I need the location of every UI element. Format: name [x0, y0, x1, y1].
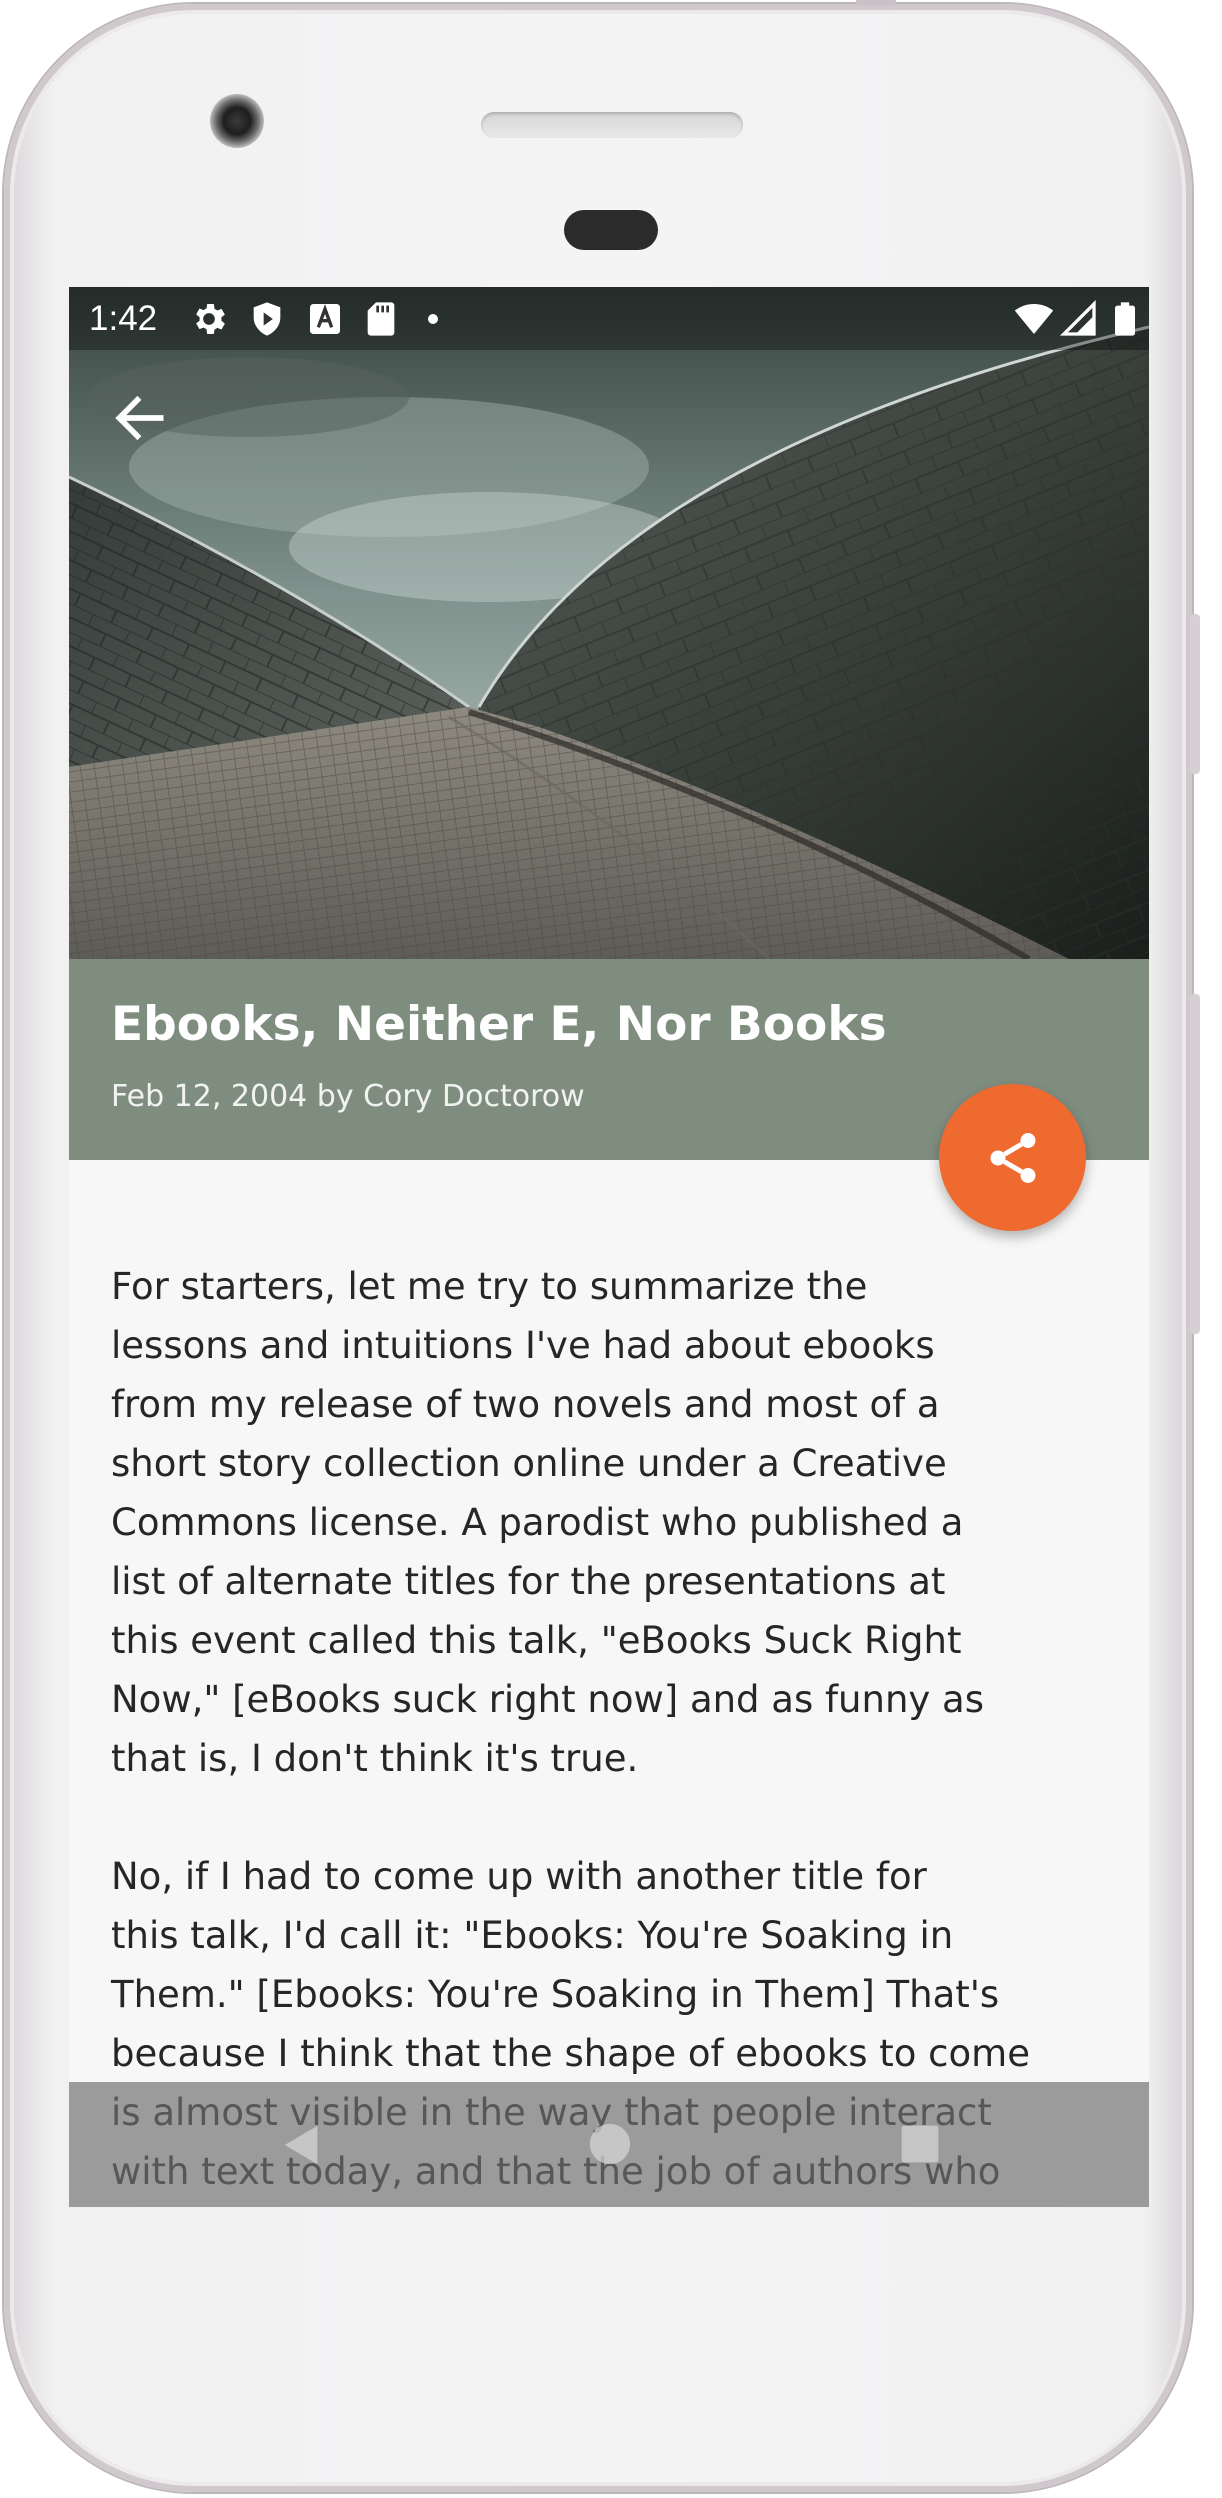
article-title: Ebooks, Neither E, Nor Books: [111, 997, 887, 1052]
status-time: 1:42: [89, 299, 158, 338]
sd-card-icon: [367, 302, 395, 336]
app-screen: 1:42 Ebooks, Neither E, Nor Books Feb 12…: [69, 287, 1149, 2207]
system-nav-bar: [69, 2082, 1149, 2207]
status-bar: 1:42: [69, 287, 1149, 350]
font-a-icon: [310, 304, 340, 334]
share-icon: [990, 1133, 1036, 1183]
hero-photo: [69, 287, 1149, 959]
signal-icon: [1059, 299, 1096, 336]
recents-square-icon[interactable]: [900, 2124, 940, 2164]
power-button: [1190, 994, 1200, 1334]
top-button: [856, 0, 896, 6]
wifi-icon: [1014, 304, 1054, 334]
earpiece-speaker: [481, 112, 743, 138]
battery-icon: [1115, 302, 1135, 336]
article-body: For starters, let me try to summarize th…: [111, 1257, 1111, 2207]
shield-play-icon: [253, 302, 281, 336]
proximity-sensor: [564, 210, 658, 250]
arrow-back-icon[interactable]: [109, 387, 171, 449]
article-meta: Feb 12, 2004 by Cory Doctorow: [111, 1079, 585, 1114]
back-triangle-icon[interactable]: [279, 2122, 325, 2168]
volume-button: [1190, 614, 1200, 774]
article-hero-image: 1:42: [69, 287, 1149, 959]
home-circle-icon[interactable]: [588, 2122, 632, 2166]
front-camera: [210, 94, 264, 148]
share-button[interactable]: [939, 1084, 1086, 1231]
settings-icon: [196, 304, 225, 334]
dot-icon: [428, 314, 438, 324]
article-paragraph: For starters, let me try to summarize th…: [111, 1265, 985, 1780]
phone-frame: 1:42 Ebooks, Neither E, Nor Books Feb 12…: [4, 0, 1200, 2492]
